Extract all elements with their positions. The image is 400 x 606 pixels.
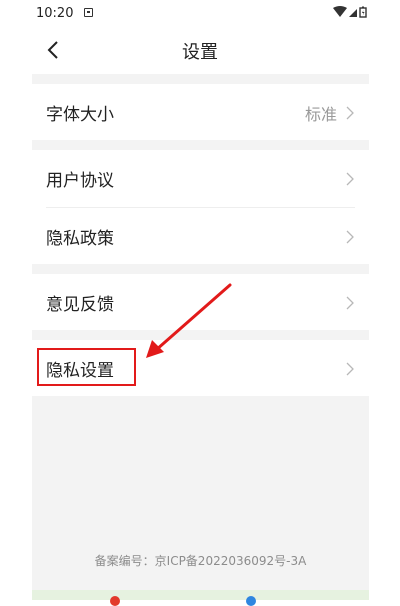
settings-group-display: 字体大小 标准 <box>32 84 369 140</box>
chevron-right-icon <box>346 362 354 376</box>
bottom-bar <box>32 590 369 600</box>
privacy-policy-label: 隐私政策 <box>46 229 114 249</box>
privacy-policy-row[interactable]: 隐私政策 <box>32 208 369 264</box>
nav-bar: 设置 <box>0 26 400 74</box>
settings-group-privacy: 隐私设置 <box>32 340 369 396</box>
settings-content: 字体大小 标准 用户协议 隐私政策 意见反馈 隐私设置 备案编号：京ICP备20… <box>32 74 369 590</box>
status-bar: 10:20 <box>0 0 400 26</box>
notification-icon <box>84 8 93 17</box>
blue-dot-icon <box>246 596 256 606</box>
settings-group-legal: 用户协议 隐私政策 <box>32 150 369 264</box>
annotation-highlight-box <box>37 348 136 386</box>
user-agreement-row[interactable]: 用户协议 <box>32 150 369 206</box>
font-size-value: 标准 <box>304 105 337 124</box>
chevron-right-icon <box>346 230 354 244</box>
privacy-settings-row[interactable]: 隐私设置 <box>32 340 369 396</box>
signal-icon <box>349 9 357 17</box>
status-time: 10:20 <box>36 6 74 21</box>
status-icons <box>333 6 367 18</box>
wifi-icon <box>333 6 347 17</box>
feedback-label: 意见反馈 <box>46 295 114 315</box>
font-size-row[interactable]: 字体大小 标准 <box>32 84 369 140</box>
chevron-right-icon <box>346 172 354 186</box>
feedback-row[interactable]: 意见反馈 <box>32 274 369 330</box>
font-size-label: 字体大小 <box>46 105 114 125</box>
icp-footer: 备案编号：京ICP备2022036092号-3A <box>94 554 307 568</box>
chevron-right-icon <box>346 106 354 120</box>
battery-icon <box>359 6 367 18</box>
settings-group-feedback: 意见反馈 <box>32 274 369 330</box>
page-title: 设置 <box>182 42 218 63</box>
chevron-right-icon <box>346 296 354 310</box>
red-dot-icon <box>110 596 120 606</box>
user-agreement-label: 用户协议 <box>46 171 114 191</box>
